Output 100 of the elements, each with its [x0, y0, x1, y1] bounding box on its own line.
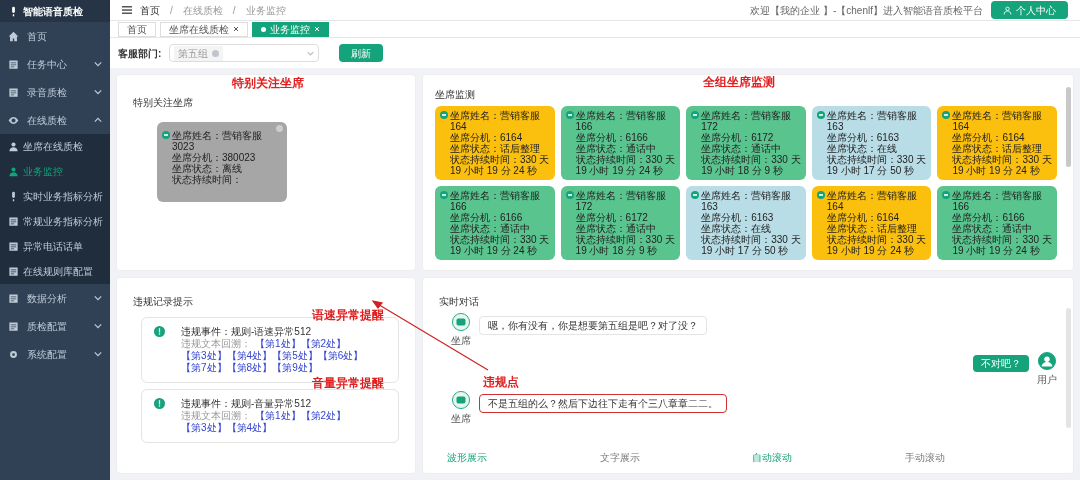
document-icon [8, 216, 19, 227]
sidebar-item[interactable]: 首页 [0, 22, 110, 50]
headset-icon [440, 111, 448, 119]
sidebar-label: 任务中心 [27, 57, 67, 72]
agent-info: 坐席分机：6164 [825, 212, 901, 223]
display-option[interactable]: 文字展示 [599, 450, 640, 465]
backtrace-link[interactable]: 【第1处】 [255, 338, 301, 350]
sidebar-item[interactable]: 系统配置 [0, 340, 110, 368]
agent-info: 坐席分机：6164 [449, 132, 524, 143]
speaker-name: 坐席 [451, 412, 471, 426]
sidebar-subitem[interactable]: 坐席在线质检 [0, 134, 110, 159]
menu-icon[interactable] [122, 5, 132, 15]
agent-info: 坐席状态：通话中 [574, 143, 657, 154]
agent-card[interactable]: 坐席姓名：营销客服166 坐席分机：6166 坐席状态：通话中 状态持续时间：330 天 19 小时 19 分 24 秒 [435, 186, 555, 260]
sidebar-subitem[interactable]: 在线规则库配置 [0, 259, 110, 284]
chat-bubble: 不是五组的么？然后下边往下走有个三八章章二二。 [479, 394, 727, 413]
agent-card[interactable]: 坐席姓名：营销客服166 坐席分机：6166 坐席状态：通话中 状态持续时间：330 天 19 小时 19 分 24 秒 [560, 106, 681, 180]
agent-info: 坐席状态：通话中 [449, 223, 531, 234]
display-option[interactable]: 手动滚动 [904, 450, 945, 465]
scrollbar[interactable] [1066, 308, 1071, 428]
chevron-icon [94, 88, 102, 96]
document-icon [8, 320, 19, 332]
agent-info: 坐席姓名：营销客服3023 [172, 130, 263, 152]
backtrace-link[interactable]: 【第4处】 [226, 422, 273, 434]
agent-info: 坐席状态：离线 [171, 163, 243, 174]
agent-info: 坐席分机：6163 [700, 212, 775, 223]
agent-info: 坐席状态：通话中 [951, 223, 1034, 234]
backtrace-link[interactable]: 【第5处】 [272, 350, 318, 362]
agent-info: 坐席姓名：营销客服164 [450, 110, 541, 132]
sidebar-label: 常规业务指标分析 [23, 215, 103, 229]
agent-card[interactable]: 坐席姓名：营销客服3023 坐席分机：380023 坐席状态：离线 状态持续时间： [157, 122, 287, 202]
agent-info: 坐席分机：6166 [449, 212, 523, 223]
agent-info: 坐席状态：通话中 [700, 143, 783, 154]
sidebar-subitem[interactable]: 实时业务指标分析 [0, 184, 110, 209]
user-icon [8, 166, 19, 177]
backtrace-link[interactable]: 【第9处】 [272, 362, 318, 374]
backtrace-link[interactable]: 【第7处】 [181, 362, 227, 374]
annotation-label: 特别关注坐席 [232, 75, 304, 92]
page-tab[interactable]: 坐席在线质检 [160, 21, 248, 37]
agent-info: 坐席姓名：营销客服164 [952, 110, 1044, 132]
backtrace-link[interactable]: 【第4处】 [226, 350, 273, 362]
agent-info: 坐席分机：6163 [825, 132, 901, 143]
sidebar-item[interactable]: 质检配置 [0, 312, 110, 340]
breadcrumb-link[interactable]: 首页 [140, 2, 160, 18]
sidebar-label: 异常电话话单 [23, 240, 83, 254]
headset-icon [816, 191, 825, 199]
document-icon [8, 86, 19, 98]
chat-bubble: 嗯，你有没有，你是想要第五组是吧？对了没？ [479, 316, 707, 335]
backtrace-link[interactable]: 【第8处】 [226, 362, 273, 374]
agent-card[interactable]: 坐席姓名：营销客服163 坐席分机：6163 坐席状态：在线 状态持续时间：330 天 19 小时 17 分 50 秒 [686, 186, 806, 260]
agent-info: 坐席姓名：营销客服163 [826, 110, 918, 132]
agent-info: 坐席分机：380023 [171, 152, 257, 163]
scrollbar[interactable] [1066, 87, 1071, 167]
backtrace-link[interactable]: 【第3处】 [181, 422, 227, 434]
home-icon [8, 30, 19, 42]
sidebar-subitem[interactable]: 异常电话话单 [0, 234, 110, 259]
headset-icon [816, 111, 825, 119]
backtrace-link[interactable]: 【第1处】 [255, 410, 301, 422]
sidebar-subitem[interactable]: 常规业务指标分析 [0, 209, 110, 234]
agent-info: 坐席分机：6166 [951, 212, 1025, 223]
backtrace-link[interactable]: 【第3处】 [181, 350, 227, 362]
sidebar-item[interactable]: 在线质检 [0, 106, 110, 134]
agent-info: 坐席状态：在线 [700, 223, 773, 234]
warning-icon [154, 398, 165, 409]
chevron-icon [94, 350, 102, 358]
headset-icon [162, 131, 170, 139]
agent-card[interactable]: 坐席姓名：营销客服172 坐席分机：6172 坐席状态：通话中 状态持续时间：330 天 19 小时 18 分 9 秒 [686, 106, 806, 180]
breadcrumb-separator: / [231, 3, 237, 18]
agent-card[interactable]: 坐席姓名：营销客服172 坐席分机：6172 坐席状态：通话中 状态持续时间：330 天 19 小时 18 分 9 秒 [560, 186, 681, 260]
agent-card[interactable]: 坐席姓名：营销客服163 坐席分机：6163 坐席状态：在线 状态持续时间：330 天 19 小时 17 分 50 秒 [811, 106, 932, 180]
headset-icon [565, 111, 574, 119]
agent-info: 坐席分机：6172 [700, 132, 774, 143]
backtrace-link[interactable]: 【第2处】 [300, 410, 347, 422]
agent-info: 坐席姓名：营销客服166 [575, 110, 667, 132]
headset-icon [440, 191, 448, 199]
close-icon[interactable] [233, 26, 239, 32]
agent-info: 坐席分机：6166 [574, 132, 648, 143]
chat-bubble: 不对吧？ [973, 355, 1029, 372]
sidebar-item[interactable]: 录音质检 [0, 78, 110, 106]
document-icon [8, 58, 19, 70]
agent-info: 状态持续时间：330 天 19 小时 19 分 24 秒 [574, 154, 676, 176]
sidebar-subitem[interactable]: 业务监控 [0, 159, 110, 184]
sidebar-label: 首页 [27, 29, 47, 44]
agent-info: 坐席状态：在线 [825, 143, 898, 154]
agent-card[interactable]: 坐席姓名：营销客服164 坐席分机：6164 坐席状态：话后整理 状态持续时间：330 天 19 小时 19 分 24 秒 [435, 106, 555, 180]
agent-card[interactable]: 坐席姓名：营销客服164 坐席分机：6164 坐席状态：话后整理 状态持续时间：330 天 19 小时 19 分 24 秒 [937, 106, 1057, 180]
backtrace-link[interactable]: 【第6处】 [317, 350, 364, 362]
page-tab[interactable]: 首页 [118, 21, 156, 37]
agent-avatar-icon [452, 391, 470, 409]
annotation-label: 语速异常提醒 [312, 307, 384, 324]
agent-card[interactable]: 坐席姓名：营销客服166 坐席分机：6166 坐席状态：通话中 状态持续时间：330 天 19 小时 19 分 24 秒 [937, 186, 1057, 260]
speaker-name: 坐席 [451, 334, 471, 348]
sidebar-item[interactable]: 数据分析 [0, 284, 110, 312]
agent-info: 坐席姓名：营销客服166 [952, 190, 1044, 212]
agent-card[interactable]: 坐席姓名：营销客服164 坐席分机：6164 坐席状态：话后整理 状态持续时间：330 天 19 小时 19 分 24 秒 [811, 186, 932, 260]
breadcrumb-separator: / [169, 3, 174, 18]
chevron-icon [94, 60, 102, 68]
sidebar-item[interactable]: 任务中心 [0, 50, 110, 78]
agent-info: 坐席姓名：营销客服166 [450, 190, 541, 212]
backtrace-link[interactable]: 【第2处】 [300, 338, 347, 350]
